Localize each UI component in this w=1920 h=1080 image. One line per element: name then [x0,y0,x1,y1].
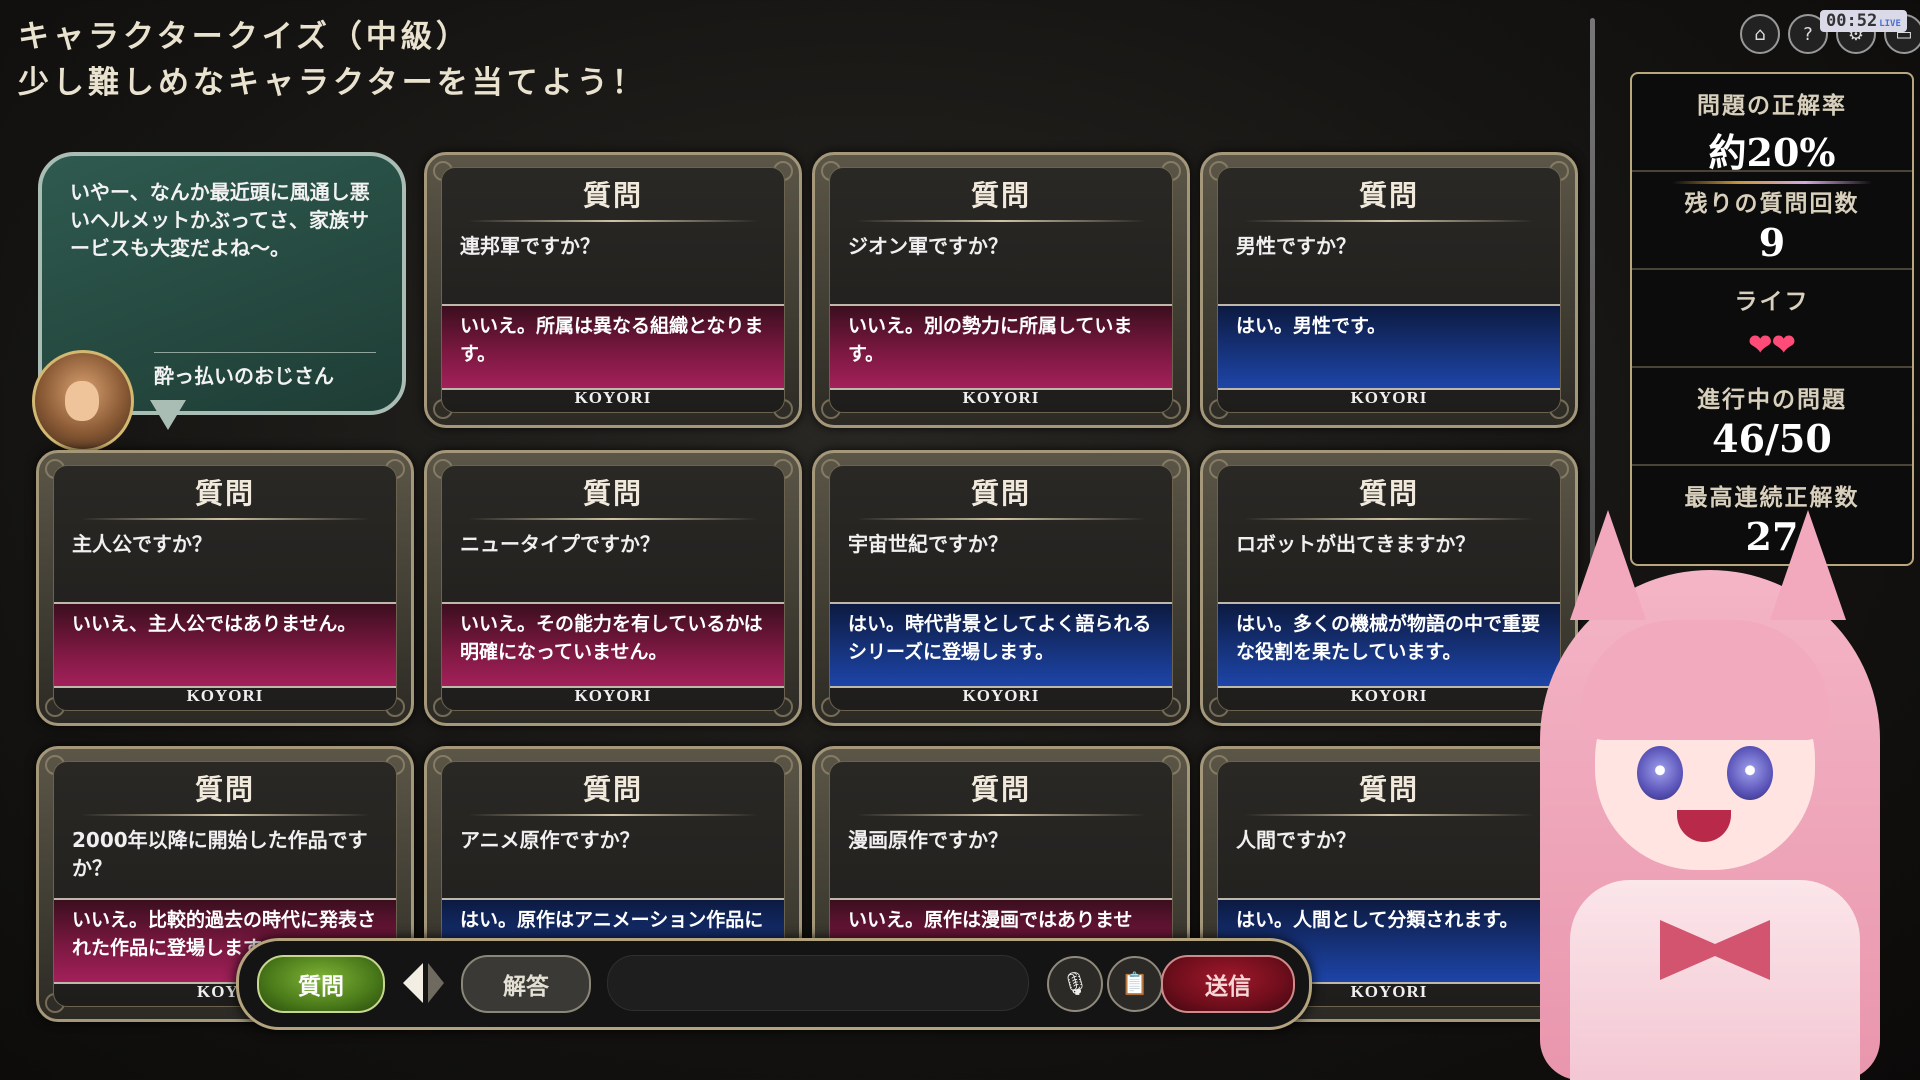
right-cat-ear [1770,510,1846,620]
stat-accuracy: 問題の正解率 約20% [1632,74,1912,184]
card-signature: KOYORI [186,686,264,705]
card-header: 質問 [1358,179,1419,212]
heart-icon: ❤ [1748,328,1772,361]
stat-accuracy-value: 約20% [1708,130,1836,175]
question-card[interactable]: 質問ジオン軍ですか？ いいえ。別の勢力に所属しています。 KOYORI [812,152,1190,428]
card-question: 宇宙世紀ですか？ [848,532,1008,556]
card-header: 質問 [582,477,643,510]
stat-accuracy-label: 問題の正解率 [1697,93,1847,119]
card-answer: いいえ。所属は異なる組織となります。 [442,304,784,390]
title-line-2: 少し難しめなキャラクターを当てよう！ [18,65,647,101]
timer-value: 00:52 [1826,11,1878,31]
control-bar: 質問 解答 🎙 📋 送信 [236,938,1312,1030]
vtuber-character [1500,500,1920,1080]
avatar-face [65,381,99,421]
card-header: 質問 [970,179,1031,212]
left-eye [1637,746,1683,800]
title-line-1: キャラクタークイズ（中級） [18,19,471,55]
question-card[interactable]: 質問 男性ですか？ はい。男性です。 KOYORI [1200,152,1578,428]
card-inner: 質問連邦軍ですか？ いいえ。所属は異なる組織となります。 KOYORI [441,167,785,413]
answer-mode-button[interactable]: 解答 [461,955,591,1013]
npc-speech-text: いやー、なんか最近頭に風通し悪いヘルメットかぶってさ、家族サービスも大変だよね～… [70,180,370,260]
stat-progress-label: 進行中の問題 [1697,387,1847,413]
card-signature: KOYORI [1350,388,1428,407]
card-header: 質問 [970,773,1031,806]
card-answer: いいえ、主人公ではありません。 [54,602,396,688]
npc-name-divider [154,352,376,353]
live-label: LIVE [1879,19,1901,29]
card-signature: KOYORI [574,388,652,407]
card-answer: いいえ。別の勢力に所属しています。 [830,304,1172,390]
card-inner: 質問 男性ですか？ はい。男性です。 KOYORI [1217,167,1561,413]
right-eye [1727,746,1773,800]
card-question: ジオン軍ですか？ [848,234,1008,258]
character-mouth [1677,810,1731,842]
card-header: 質問 [970,477,1031,510]
stat-life: ライフ ❤❤ [1632,270,1912,368]
stat-remaining-label: 残りの質問回数 [1684,191,1860,217]
card-signature: KOYORI [574,686,652,705]
stat-life-label: ライフ [1734,289,1810,315]
question-mode-button[interactable]: 質問 [257,955,385,1013]
card-inner: 質問ニュータイプですか？ いいえ。その能力を有しているかは明確になっていません。 K… [441,465,785,711]
npc-avatar [32,350,134,452]
send-button[interactable]: 送信 [1161,955,1295,1013]
card-inner: 質問ジオン軍ですか？ いいえ。別の勢力に所属しています。 KOYORI [829,167,1173,413]
question-card[interactable]: 質問宇宙世紀ですか？ はい。時代背景としてよく語られるシリーズに登場します。 KOY… [812,450,1190,726]
character-body [1570,880,1860,1080]
question-input[interactable] [607,955,1029,1011]
card-question: ニュータイプですか？ [460,532,660,556]
card-question: 2000年以降に開始した作品ですか？ [72,828,368,880]
life-hearts: ❤❤ [1632,318,1912,363]
memo-icon[interactable]: 📋 [1107,956,1163,1012]
heart-icon: ❤ [1772,328,1796,361]
card-inner: 質問宇宙世紀ですか？ はい。時代背景としてよく語られるシリーズに登場します。 KOY… [829,465,1173,711]
card-inner: 質問主人公ですか？ いいえ、主人公ではありません。 KOYORI [53,465,397,711]
card-answer: はい。時代背景としてよく語られるシリーズに登場します。 [830,602,1172,688]
mode-right-arrow-icon[interactable] [428,963,444,1003]
card-header: 質問 [194,477,255,510]
question-card[interactable]: 質問連邦軍ですか？ いいえ。所属は異なる組織となります。 KOYORI [424,152,802,428]
card-signature: KOYORI [962,686,1040,705]
card-signature: KOYORI [962,388,1040,407]
npc-name: 酔っ払いのおじさん [154,364,334,388]
card-answer: はい。男性です。 [1218,304,1560,390]
mode-left-arrow-icon[interactable] [403,963,423,1003]
left-cat-ear [1570,510,1646,620]
card-question: 連邦軍ですか？ [460,234,600,258]
timer-badge: 00:52 LIVE [1820,10,1907,32]
stat-progress: 進行中の問題 46/50 [1632,368,1912,466]
mic-icon[interactable]: 🎙 [1047,956,1103,1012]
bubble-tail [150,400,186,430]
card-header: 質問 [194,773,255,806]
card-answer: いいえ。その能力を有しているかは明確になっていません。 [442,602,784,688]
question-card[interactable]: 質問ニュータイプですか？ いいえ。その能力を有しているかは明確になっていません。 K… [424,450,802,726]
card-question: 漫画原作ですか？ [848,828,1008,852]
card-header: 質問 [582,773,643,806]
card-header: 質問 [582,179,643,212]
home-icon[interactable]: ⌂ [1740,14,1780,54]
card-question: アニメ原作ですか？ [460,828,640,852]
question-card[interactable]: 質問主人公ですか？ いいえ、主人公ではありません。 KOYORI [36,450,414,726]
stat-progress-value: 46/50 [1712,416,1832,461]
stat-remaining: 残りの質問回数 9 [1632,172,1912,270]
stats-panel: 問題の正解率 約20% 残りの質問回数 9 ライフ ❤❤ 進行中の問題 46/5… [1630,72,1914,566]
card-question: 主人公ですか？ [72,532,212,556]
page-title: キャラクタークイズ（中級） 少し難しめなキャラクターを当てよう！ [18,14,647,106]
stat-remaining-value: 9 [1758,220,1786,265]
card-question: 男性ですか？ [1236,234,1356,258]
